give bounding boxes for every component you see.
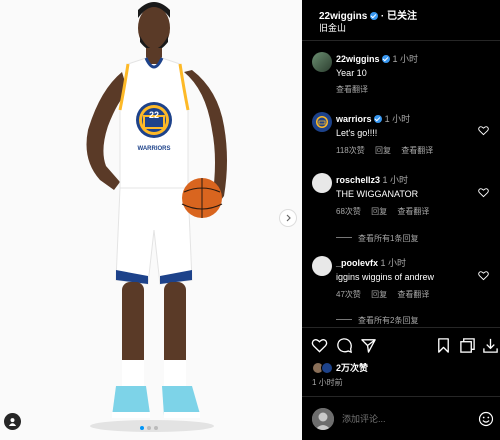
liker-avatar [321, 361, 333, 374]
comment-translate-link[interactable]: 查看翻译 [397, 207, 429, 216]
next-image-button[interactable] [279, 209, 297, 227]
caption-time: 1 小时 [392, 54, 419, 64]
comment-item: warriors 1 小时 Let's go!!!! 118次赞 回复 查看翻译 [336, 112, 441, 156]
divider [302, 40, 500, 41]
verified-badge-icon [370, 12, 379, 20]
caption-text: Year 10 [336, 68, 367, 78]
comment-item: roschellz3 1 小时 THE WIGGANATOR 68次赞 回复 查… [336, 173, 437, 217]
carousel-dot [154, 426, 158, 430]
comment-time: 1 小时 [384, 114, 411, 124]
caption-translate-link[interactable]: 查看翻译 [336, 85, 368, 94]
verified-badge-icon [374, 115, 383, 123]
comment-translate-link[interactable]: 查看翻译 [401, 146, 433, 155]
post-location[interactable]: 旧金山 [319, 21, 346, 34]
divider [302, 396, 500, 397]
view-replies-button[interactable]: 查看所有1条回复 [336, 233, 418, 244]
add-comment-bar [312, 408, 494, 432]
comment-text: THE WIGGANATOR [336, 189, 419, 199]
tagged-users-button[interactable] [4, 413, 21, 430]
comment-avatar[interactable] [312, 112, 332, 132]
download-icon[interactable] [482, 337, 499, 354]
likes-summary[interactable]: 2万次赞 [312, 361, 368, 374]
bookmark-icon[interactable] [435, 337, 452, 354]
verified-badge-icon [382, 55, 391, 63]
player-image: 22 WARRIORS [86, 2, 227, 432]
comment-time: 1 小时 [380, 258, 407, 268]
chevron-right-icon [286, 214, 291, 222]
copy-icon[interactable] [459, 337, 476, 354]
carousel-dots [140, 426, 158, 430]
send-icon[interactable] [360, 337, 377, 354]
likes-count[interactable]: 2万次赞 [336, 361, 368, 374]
comment-translate-link[interactable]: 查看翻译 [397, 290, 429, 299]
caption: 22wiggins 1 小时 Year 10 查看翻译 [336, 52, 418, 95]
heart-icon[interactable] [311, 337, 328, 354]
post-header: 22wiggins · 已关注 旧金山 [302, 0, 500, 40]
post-photo[interactable]: 22 WARRIORS [0, 0, 302, 440]
comment-username[interactable]: roschellz3 [336, 175, 380, 185]
current-user-avatar [312, 408, 334, 430]
jersey-number: 22 [149, 110, 159, 120]
jersey-team: WARRIORS [138, 146, 171, 152]
comment-avatar[interactable] [312, 173, 332, 193]
caption-username[interactable]: 22wiggins [336, 54, 380, 64]
comment-avatar[interactable] [312, 256, 332, 276]
comment-item: _poolevfx 1 小时 iggins wiggins of andrew … [336, 256, 437, 300]
view-replies-button[interactable]: 查看所有2条回复 [336, 315, 418, 326]
comment-text: Let's go!!!! [336, 128, 378, 138]
comment-likes[interactable]: 118次赞 [336, 146, 365, 155]
comment-reply-button[interactable]: 回复 [371, 290, 387, 299]
comment-time: 1 小时 [382, 175, 409, 185]
comment-text: iggins wiggins of andrew [336, 272, 435, 282]
comment-reply-button[interactable]: 回复 [375, 146, 391, 155]
post-side-panel: 22wiggins · 已关注 旧金山 22wiggins 1 小时 Year … [302, 0, 500, 440]
heart-icon[interactable] [478, 270, 489, 281]
warriors-logo-icon [316, 116, 328, 128]
carousel-dot [147, 426, 151, 430]
heart-icon[interactable] [478, 187, 489, 198]
comment-input[interactable] [342, 414, 452, 424]
comment-icon[interactable] [336, 337, 353, 354]
emoji-icon[interactable] [478, 411, 494, 427]
follow-status[interactable]: · 已关注 [381, 11, 417, 22]
avatar-image [312, 408, 334, 430]
comment-likes[interactable]: 47次赞 [336, 290, 361, 299]
carousel-dot-active [140, 426, 144, 430]
comment-username[interactable]: warriors [336, 114, 372, 124]
caption-avatar[interactable] [312, 52, 332, 72]
heart-icon[interactable] [478, 125, 489, 136]
comment-username[interactable]: _poolevfx [336, 258, 378, 268]
user-icon [8, 418, 17, 426]
divider [302, 327, 500, 328]
comment-reply-button[interactable]: 回复 [371, 207, 387, 216]
comment-likes[interactable]: 68次赞 [336, 207, 361, 216]
post-timestamp: 1 小时前 [312, 378, 343, 387]
